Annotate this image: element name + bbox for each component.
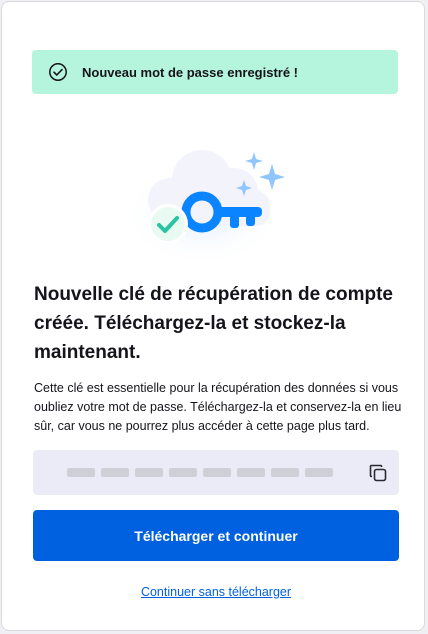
masked-key-group <box>305 468 333 477</box>
masked-key-group <box>203 468 231 477</box>
masked-key-group <box>101 468 129 477</box>
banner-message: Nouveau mot de passe enregistré ! <box>82 64 299 80</box>
recovery-key-card: Nouveau mot de passe enregistré ! Nouvel… <box>1 1 425 631</box>
page-title: Nouvelle clé de récupération de compte c… <box>34 284 393 363</box>
recovery-key-field <box>33 450 399 495</box>
secondary-link-container: Continuer sans télécharger <box>2 585 428 599</box>
download-and-continue-button[interactable]: Télécharger et continuer <box>33 510 399 561</box>
masked-key <box>67 468 333 477</box>
masked-key-group <box>271 468 299 477</box>
masked-key-group <box>67 468 95 477</box>
recovery-key-illustration <box>122 140 302 262</box>
masked-key-group <box>237 468 265 477</box>
check-circle-icon <box>48 62 68 82</box>
copy-icon[interactable] <box>367 462 389 484</box>
continue-without-download-link[interactable]: Continuer sans télécharger <box>141 585 291 599</box>
masked-key-group <box>135 468 163 477</box>
success-banner: Nouveau mot de passe enregistré ! <box>32 50 398 94</box>
masked-key-group <box>169 468 197 477</box>
description-text: Cette clé est essentielle pour la récupé… <box>34 381 402 433</box>
